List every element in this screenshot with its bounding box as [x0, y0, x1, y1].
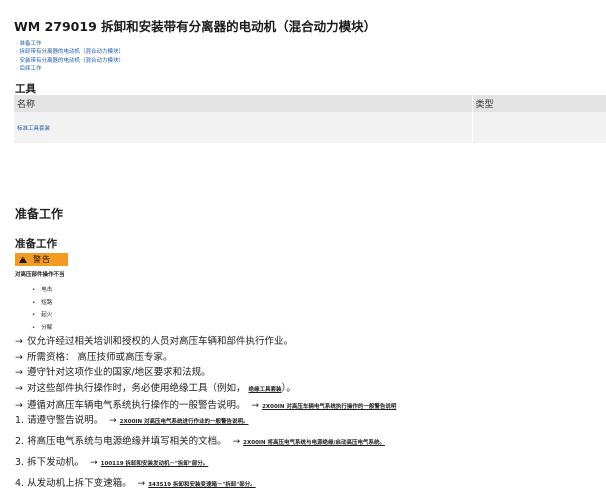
note-text: 仅允许经过相关培训和授权的人员对高压车辆和部件执行作业。 [26, 336, 293, 347]
procedure-steps: 1. 请遵守警告说明。 → 2X00IN 对高压电气系统进行作业的一般警告说明。 … [15, 412, 385, 496]
note-text: 遵守针对这项作业的国家/地区要求和法规。 [26, 367, 211, 378]
note-item: → 遵守针对这项作业的国家/地区要求和法规。 [15, 365, 396, 381]
step-item: 4. 从发动机上拆下变速箱。 → 343519 拆卸和安装变速箱－"拆卸"部分。 [15, 475, 385, 496]
list-item: 起火 [32, 309, 52, 322]
link-arrow-icon: → [251, 401, 260, 411]
step-link-warning[interactable]: 2X00IN 对高压电气系统进行作业的一般警告说明。 [120, 419, 249, 425]
page-title: WM 279019 拆卸和安装带有分离器的电动机（混合动力模块） [14, 19, 377, 34]
step-link-isolate-hv[interactable]: 2X00IN 将高压电气系统与电源绝缘/启动高压电气系统。 [243, 440, 385, 446]
toc-link-follow-up[interactable]: · 后续工作 [16, 66, 42, 72]
list-item: 短路 [32, 297, 52, 310]
tool-name-cell: 标准工具套装 [14, 112, 473, 143]
link-arrow-icon: → [137, 479, 146, 489]
step-item: 1. 请遵守警告说明。 → 2X00IN 对高压电气系统进行作业的一般警告说明。 [15, 412, 385, 433]
tools-heading: 工具 [15, 83, 36, 95]
hv-general-warning-link[interactable]: 2X00IN 对高压车辆电气系统执行操作的一般警告说明 [262, 404, 396, 410]
arrow-right-icon: → [15, 367, 23, 378]
hazard-list: 电击 短路 起火 分解 [32, 284, 52, 334]
note-suffix: ）。 [281, 382, 296, 394]
note-text: 遵循对高压车辆电气系统执行操作的一般警告说明。 [26, 400, 246, 411]
step-item: 2. 将高压电气系统与电源绝缘并填写相关的文档。 → 2X00IN 将高压电气系统… [15, 433, 385, 454]
arrow-right-icon: → [15, 351, 23, 363]
safety-notes: → 仅允许经过相关培训和授权的人员对高压车辆和部件执行作业。 → 所需资格： 高压技… [15, 334, 396, 416]
warning-title: 对高压部件操作不当 [15, 272, 65, 278]
section-heading-preparation: 准备工作 [15, 207, 64, 221]
link-arrow-icon: → [232, 437, 241, 447]
link-arrow-icon: → [90, 458, 98, 468]
toc-link-removal[interactable]: · 拆卸带有分离器的电动机（混合动力模块） [16, 49, 124, 55]
link-arrow-icon: → [109, 416, 117, 426]
note-item: → 所需资格： 高压技师或高压专家。 [15, 350, 396, 366]
tool-type-cell [472, 112, 606, 143]
insulated-tool-kit-link[interactable]: 绝缘工具套装 [249, 387, 282, 393]
note-item: → 对这些部件执行操作时，务必使用绝缘工具（例如， 绝缘工具套装）。 [15, 381, 396, 399]
step-text: 2. 将高压电气系统与电源绝缘并填写相关的文档。 [15, 436, 227, 447]
tool-link-standard-kit[interactable]: 标准工具套装 [17, 126, 50, 132]
subsection-heading-preparation: 准备工作 [15, 238, 57, 250]
tools-column-name: 名称 [14, 95, 473, 112]
toc-link-preparation[interactable]: · 准备工作 [16, 41, 42, 47]
note-text: 对这些部件执行操作时，务必使用绝缘工具（例如， [26, 382, 246, 394]
toc-link-installation[interactable]: · 安装带有分离器的电动机（混合动力模块） [16, 58, 124, 64]
step-text: 3. 拆下发动机。 [15, 457, 85, 468]
arrow-right-icon: → [15, 382, 23, 394]
note-item: → 仅允许经过相关培训和授权的人员对高压车辆和部件执行作业。 [15, 334, 396, 350]
warning-label: 警告 [33, 255, 51, 264]
exclamation-icon: ! [22, 255, 25, 261]
tools-table: 名称 类型 标准工具套装 [14, 95, 606, 143]
arrow-right-icon: → [15, 400, 23, 411]
step-text: 4. 从发动机上拆下变速箱。 [15, 478, 132, 489]
arrow-right-icon: → [15, 336, 23, 347]
table-of-contents: · 准备工作 · 拆卸带有分离器的电动机（混合动力模块） · 安装带有分离器的电… [16, 40, 124, 74]
list-item: 分解 [32, 322, 52, 335]
step-item: 3. 拆下发动机。 → 100119 拆卸和安装发动机－"拆卸"部分。 [15, 454, 385, 475]
list-item: 电击 [32, 284, 52, 297]
table-row: 标准工具套装 [14, 112, 606, 143]
note-text: 所需资格： 高压技师或高压专家。 [26, 351, 173, 363]
warning-badge: ! 警告 [15, 253, 68, 266]
tools-column-type: 类型 [472, 95, 606, 112]
step-link-remove-engine[interactable]: 100119 拆卸和安装发动机－"拆卸"部分。 [101, 461, 209, 467]
step-text: 1. 请遵守警告说明。 [15, 415, 104, 426]
step-link-remove-transmission[interactable]: 343519 拆卸和安装变速箱－"拆卸"部分。 [148, 482, 256, 488]
